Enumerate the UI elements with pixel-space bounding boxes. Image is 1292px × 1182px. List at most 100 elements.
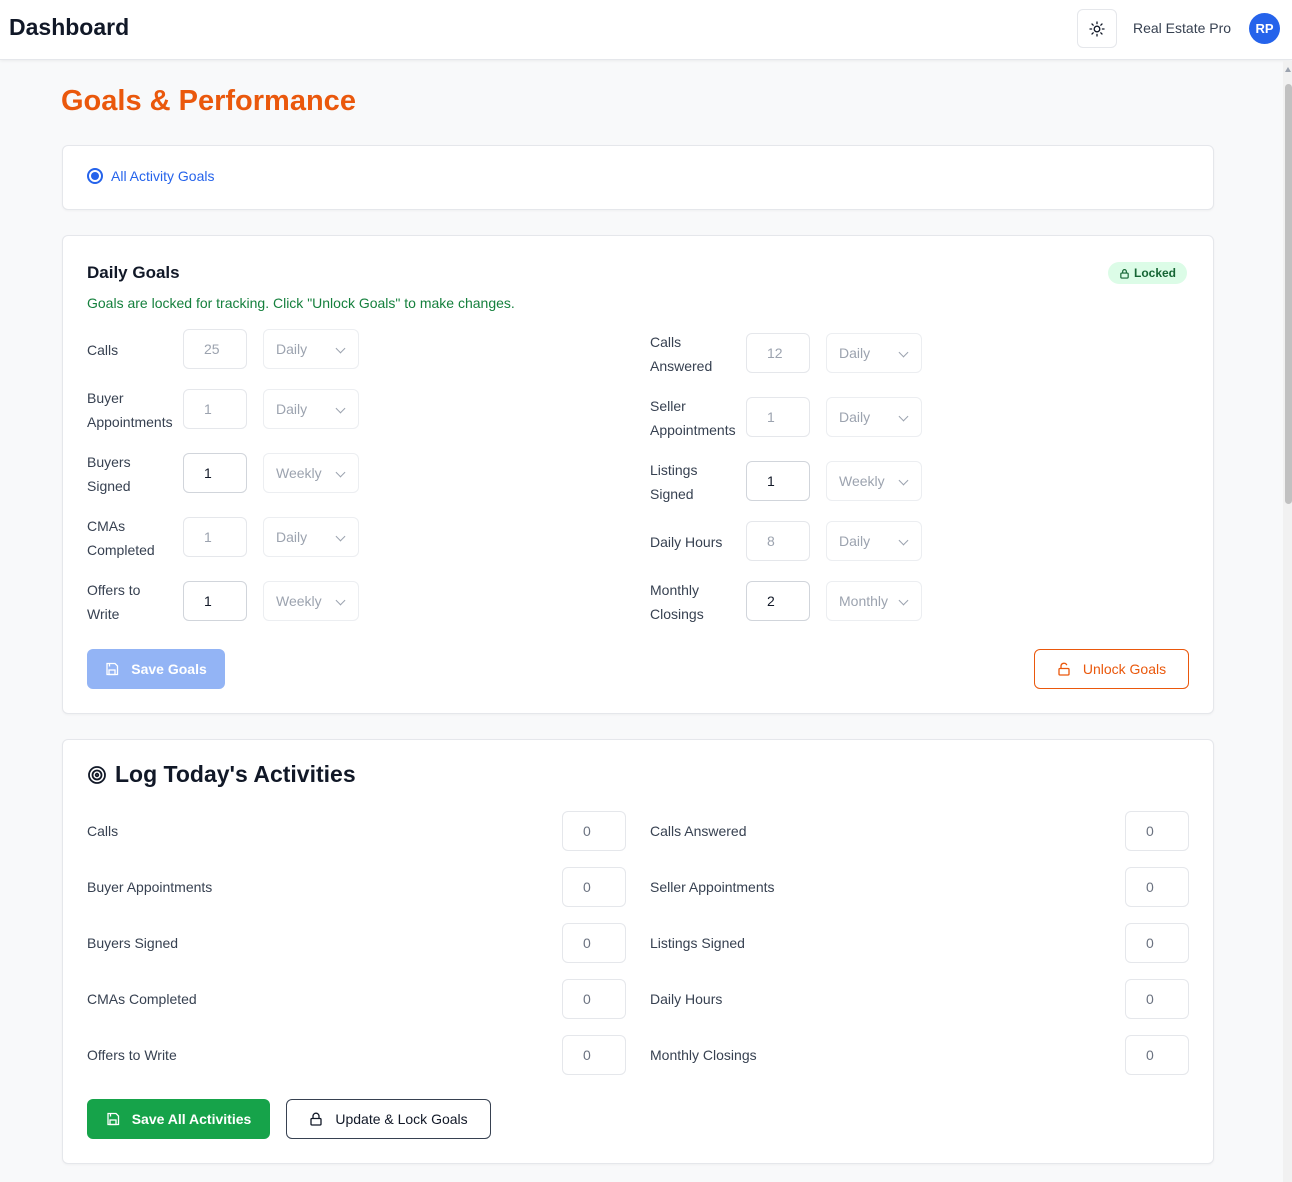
select-value: Daily — [839, 533, 871, 549]
update-lock-goals-label: Update & Lock Goals — [335, 1111, 468, 1127]
select-value: Daily — [276, 529, 308, 545]
activity-input-calls-answered[interactable]: 0 — [1125, 811, 1189, 851]
goal-label-offers-to-write: Offers to Write — [87, 582, 141, 622]
chevron-down-icon — [898, 535, 909, 546]
unlock-goals-button[interactable]: Unlock Goals — [1034, 649, 1189, 689]
log-activities-title: Log Today's Activities — [115, 761, 356, 787]
goal-label-buyer-appointments: Buyer Appointments — [87, 390, 173, 430]
scroll-up-arrow-icon[interactable] — [1285, 67, 1291, 72]
save-all-activities-button[interactable]: Save All Activities — [87, 1099, 270, 1139]
select-value: Weekly — [276, 593, 322, 609]
activity-input-seller-appointments[interactable]: 0 — [1125, 867, 1189, 907]
app-title: Dashboard — [9, 14, 130, 40]
activity-label-seller-appointments: Seller Appointments — [650, 879, 775, 895]
goal-label-buyers-signed: Buyers Signed — [87, 454, 131, 494]
save-icon — [106, 662, 119, 676]
activity-label-listings-signed: Listings Signed — [650, 935, 745, 951]
goal-period-monthly-closings[interactable]: Monthly — [826, 581, 922, 621]
select-value: Daily — [276, 341, 308, 357]
goal-period-listings-signed[interactable]: Weekly — [826, 461, 922, 501]
activity-input-listings-signed[interactable]: 0 — [1125, 923, 1189, 963]
activity-input-buyers-signed[interactable]: 0 — [562, 923, 626, 963]
save-goals-button[interactable]: Save Goals — [87, 649, 225, 689]
all-activity-goals-radio[interactable]: All Activity Goals — [87, 168, 214, 184]
activity-input-cmas-completed[interactable]: 0 — [562, 979, 626, 1019]
activity-label-calls: Calls — [87, 823, 119, 839]
goal-filter-card — [62, 145, 1214, 210]
chevron-down-icon — [335, 343, 346, 354]
activity-input-offers-to-write[interactable]: 0 — [562, 1035, 626, 1075]
chevron-down-icon — [335, 467, 346, 478]
unlock-goals-label: Unlock Goals — [1082, 661, 1167, 677]
goal-label-daily-hours: Daily Hours — [650, 534, 723, 550]
select-value: Weekly — [276, 465, 322, 481]
chevron-down-icon — [335, 403, 346, 414]
unlock-icon — [1058, 662, 1070, 676]
log-activities-title-row: Log Today's Activities — [87, 761, 356, 788]
goal-input-daily-hours[interactable]: 8 — [746, 521, 810, 561]
goal-label-monthly-closings: Monthly Closings — [650, 582, 704, 622]
goal-period-seller-appointments[interactable]: Daily — [826, 397, 922, 437]
activity-label-buyers-signed: Buyers Signed — [87, 935, 179, 951]
goal-period-calls-answered[interactable]: Daily — [826, 333, 922, 373]
goal-input-offers-to-write[interactable]: 1 — [183, 581, 247, 621]
goal-input-buyer-appointments[interactable]: 1 — [183, 389, 247, 429]
goal-label-calls-answered: Calls Answered — [650, 334, 713, 374]
goal-input-buyers-signed[interactable]: 1 — [183, 453, 247, 493]
activity-input-monthly-closings[interactable]: 0 — [1125, 1035, 1189, 1075]
chevron-down-icon — [335, 595, 346, 606]
chevron-down-icon — [335, 531, 346, 542]
goal-input-calls-answered[interactable]: 12 — [746, 333, 810, 373]
goal-input-listings-signed[interactable]: 1 — [746, 461, 810, 501]
goal-period-buyers-signed[interactable]: Weekly — [263, 453, 359, 493]
avatar[interactable]: RP — [1249, 13, 1280, 44]
activity-label-offers-to-write: Offers to Write — [87, 1047, 177, 1063]
save-all-activities-label: Save All Activities — [131, 1111, 252, 1127]
activity-input-buyer-appointments[interactable]: 0 — [562, 867, 626, 907]
target-icon — [88, 765, 106, 784]
goal-input-seller-appointments[interactable]: 1 — [746, 397, 810, 437]
update-lock-goals-button[interactable]: Update & Lock Goals — [286, 1099, 491, 1139]
save-goals-label: Save Goals — [131, 661, 207, 677]
page-title: Goals & Performance — [61, 85, 356, 117]
select-value: Daily — [276, 401, 308, 417]
activity-label-cmas-completed: CMAs Completed — [87, 991, 197, 1007]
goal-label-cmas-completed: CMAs Completed — [87, 518, 155, 558]
goal-input-monthly-closings[interactable]: 2 — [746, 581, 810, 621]
lock-icon — [310, 1112, 322, 1126]
activity-label-buyer-appointments: Buyer Appointments — [87, 879, 213, 895]
activity-input-daily-hours[interactable]: 0 — [1125, 979, 1189, 1019]
locked-message: Goals are locked for tracking. Click "Un… — [87, 295, 515, 311]
goal-period-offers-to-write[interactable]: Weekly — [263, 581, 359, 621]
radio-label: All Activity Goals — [111, 168, 215, 184]
activity-label-daily-hours: Daily Hours — [650, 991, 723, 1007]
chevron-down-icon — [898, 475, 909, 486]
activity-label-calls-answered: Calls Answered — [650, 823, 747, 839]
goal-input-calls[interactable]: 25 — [183, 329, 247, 369]
select-value: Daily — [839, 345, 871, 361]
activity-input-calls[interactable]: 0 — [562, 811, 626, 851]
goal-input-cmas-completed[interactable]: 1 — [183, 517, 247, 557]
status-badge-label: Locked — [1134, 266, 1177, 280]
activity-label-monthly-closings: Monthly Closings — [650, 1047, 757, 1063]
top-bar: Dashboard Real Estate Pro RP — [0, 0, 1292, 60]
chevron-down-icon — [898, 411, 909, 422]
goal-label-calls: Calls — [87, 342, 119, 358]
lock-icon — [1120, 268, 1129, 279]
chevron-down-icon — [898, 347, 909, 358]
goal-period-daily-hours[interactable]: Daily — [826, 521, 922, 561]
status-badge: Locked — [1108, 262, 1188, 284]
select-value: Daily — [839, 409, 871, 425]
daily-goals-title: Daily Goals — [87, 263, 180, 282]
goal-period-cmas-completed[interactable]: Daily — [263, 517, 359, 557]
sun-icon — [1089, 20, 1105, 37]
goal-label-listings-signed: Listings Signed — [650, 462, 698, 502]
select-value: Weekly — [839, 473, 885, 489]
scrollbar-thumb[interactable] — [1285, 84, 1292, 504]
theme-toggle-button[interactable] — [1077, 9, 1117, 48]
save-icon — [107, 1112, 119, 1126]
goal-period-buyer-appointments[interactable]: Daily — [263, 389, 359, 429]
goal-period-calls[interactable]: Daily — [263, 329, 359, 369]
select-value: Monthly — [839, 593, 889, 609]
radio-button[interactable] — [87, 168, 103, 184]
